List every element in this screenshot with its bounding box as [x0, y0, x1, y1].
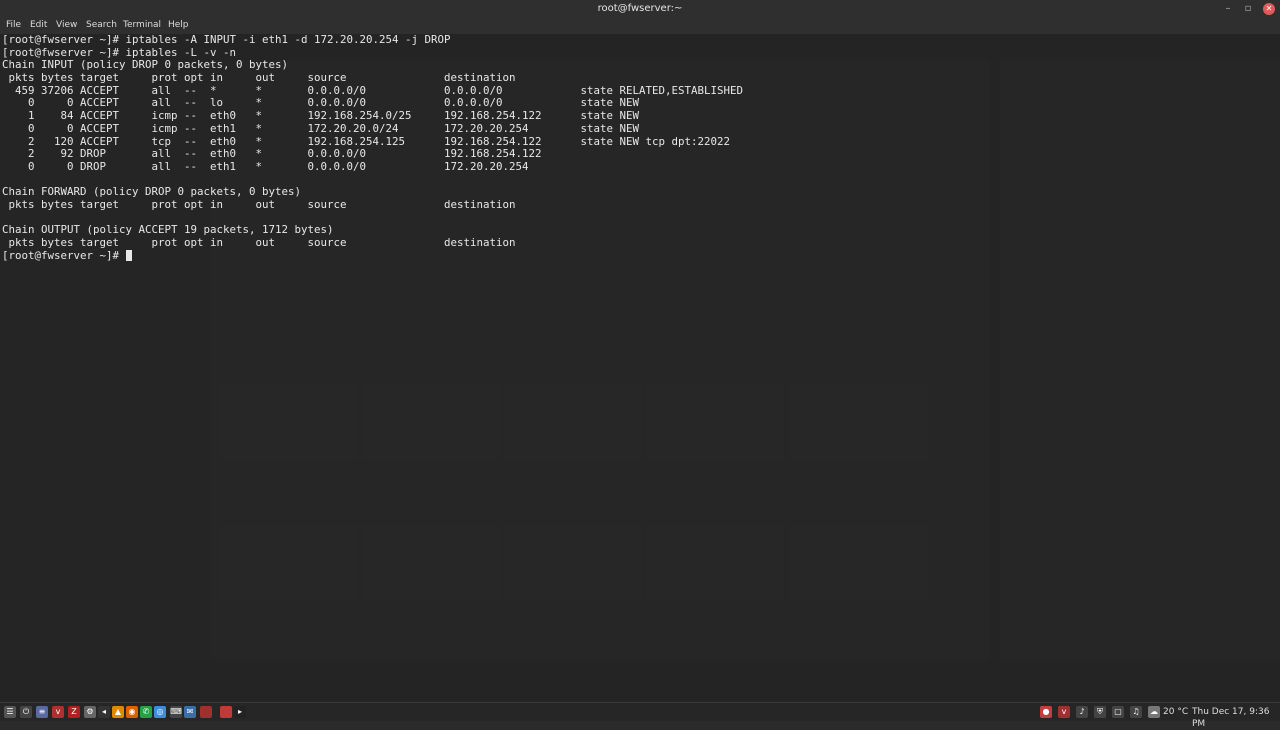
terminal-line: 0 0 DROP all -- eth1 * 0.0.0.0/0 172.20.… [2, 159, 529, 173]
vm-tray-icon[interactable]: v [1058, 706, 1070, 718]
vlc-icon[interactable]: ▲ [112, 706, 124, 718]
terminal-prompt: [root@fwserver ~]# [2, 248, 126, 262]
filezilla-icon[interactable]: Z [68, 706, 80, 718]
menu-search[interactable]: Search [86, 20, 117, 30]
terminal-line: [root@fwserver ~]# iptables -A INPUT -i … [2, 33, 451, 46]
email-icon[interactable]: ✉ [184, 706, 196, 718]
shield-icon[interactable]: ⛨ [1094, 706, 1106, 718]
menu-help[interactable]: Help [168, 20, 189, 30]
menu-edit[interactable]: Edit [30, 20, 47, 30]
volume-icon[interactable]: ♫ [1130, 706, 1142, 718]
record-icon[interactable]: ● [1040, 706, 1052, 718]
menu-file[interactable]: File [6, 20, 21, 30]
app-icon[interactable] [200, 706, 212, 718]
settings-icon[interactable]: ⚙ [84, 706, 96, 718]
weather-temp[interactable]: 20 °C [1163, 706, 1188, 718]
power-icon[interactable]: ⏻ [20, 706, 32, 718]
close-button[interactable]: ✕ [1263, 3, 1275, 15]
menu-icon[interactable]: ☰ [4, 706, 16, 718]
text-cursor [125, 249, 132, 261]
window-title: root@fwserver:~ [597, 3, 683, 14]
chrome-icon[interactable]: ◎ [154, 706, 166, 718]
weather-icon[interactable]: ☁ [1148, 706, 1160, 718]
minimize-button[interactable]: – [1222, 3, 1234, 15]
browser-icon[interactable]: ◉ [126, 706, 138, 718]
taskbar: ☰ ⏻ ≡ v Z ⚙ ◂ ▲ ◉ ✆ ◎ ⌨ ✉ ▸ ● v ♪ ⛨ ▢ ♫ … [0, 702, 1280, 729]
microphone-icon[interactable]: ♪ [1076, 706, 1088, 718]
terminal-area[interactable]: [root@fwserver ~]# iptables -A INPUT -i … [0, 33, 1280, 702]
menu-view[interactable]: View [56, 20, 77, 30]
terminal-line: 2 92 DROP all -- eth0 * 0.0.0.0/0 192.16… [2, 147, 542, 161]
folder-icon[interactable] [220, 706, 232, 718]
menu-terminal[interactable]: Terminal [123, 20, 161, 30]
back-icon[interactable]: ◂ [98, 706, 110, 718]
terminal-line: 1 84 ACCEPT icmp -- eth0 * 192.168.254.0… [2, 109, 640, 123]
terminal-prompt-line[interactable]: [root@fwserver ~]# [2, 248, 743, 263]
terminal-line: 0 0 ACCEPT icmp -- eth1 * 172.20.20.0/24… [2, 121, 640, 135]
vm-icon[interactable]: v [52, 706, 64, 718]
whatsapp-icon[interactable]: ✆ [140, 706, 152, 718]
maximize-button[interactable]: ▫ [1242, 3, 1254, 15]
menu-bar: File Edit View Search Terminal Help [0, 18, 1280, 34]
terminal-icon[interactable]: ▸ [234, 706, 246, 718]
terminal-line: pkts bytes target prot opt in out source… [2, 197, 516, 211]
terminal-line: pkts bytes target prot opt in out source… [2, 71, 516, 85]
clock[interactable]: Thu Dec 17, 9:36 PM [1192, 706, 1280, 730]
files-icon[interactable]: ≡ [36, 706, 48, 718]
window-titlebar[interactable]: root@fwserver:~ – ▫ ✕ [0, 0, 1280, 18]
keyboard-icon[interactable]: ⌨ [170, 706, 182, 718]
terminal-output: [root@fwserver ~]# iptables -A INPUT -i … [2, 33, 743, 263]
window-icon[interactable]: ▢ [1112, 706, 1124, 718]
